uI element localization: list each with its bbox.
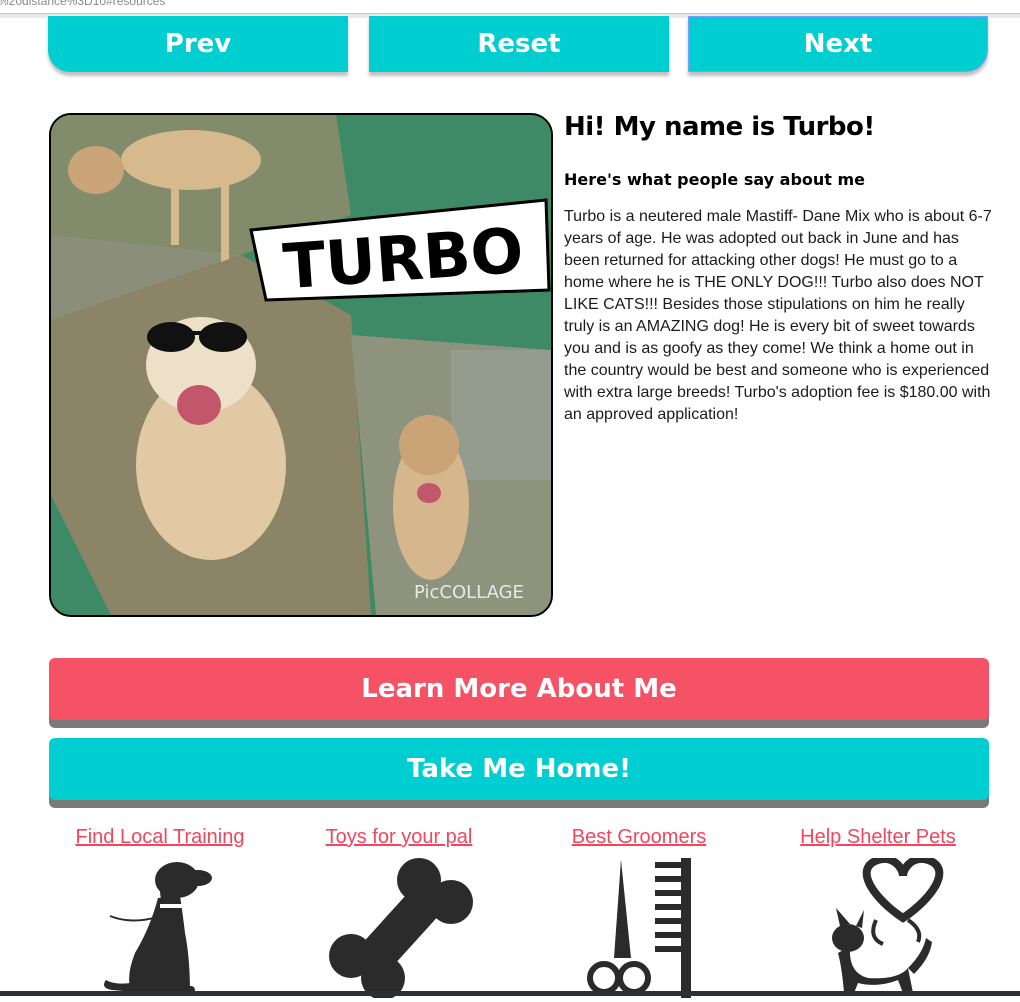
dog-heart-icon[interactable] bbox=[758, 854, 998, 998]
scissors-comb-icon[interactable] bbox=[519, 858, 759, 998]
best-groomers-link[interactable]: Best Groomers bbox=[572, 826, 706, 848]
pet-heading: Hi! My name is Turbo! bbox=[564, 112, 875, 142]
taskbar-strip bbox=[0, 991, 1020, 996]
find-local-training-link[interactable]: Find Local Training bbox=[76, 826, 245, 848]
resource-toys: Toys for your pal bbox=[279, 826, 519, 1000]
learn-more-button[interactable]: Learn More About Me bbox=[49, 658, 989, 720]
reset-button[interactable]: Reset bbox=[369, 16, 669, 72]
sitting-dog-icon[interactable] bbox=[40, 858, 280, 998]
address-bar[interactable]: %20distance%3D10#resources bbox=[0, 0, 1020, 14]
resource-groomers: Best Groomers bbox=[519, 826, 759, 998]
help-shelter-pets-link[interactable]: Help Shelter Pets bbox=[800, 826, 956, 848]
resource-training: Find Local Training bbox=[40, 826, 280, 994]
url-text: %20distance%3D10#resources bbox=[0, 0, 166, 8]
toys-for-your-pal-link[interactable]: Toys for your pal bbox=[326, 826, 473, 848]
take-me-home-button[interactable]: Take Me Home! bbox=[49, 738, 989, 800]
bone-icon[interactable] bbox=[279, 858, 519, 1000]
prev-button[interactable]: Prev bbox=[48, 16, 348, 72]
pet-bio: Turbo is a neutered male Mastiff- Dane M… bbox=[564, 208, 992, 423]
pet-subheading: Here's what people say about me bbox=[564, 170, 866, 189]
pet-photo: TURBO PicCOLLAGE bbox=[49, 113, 553, 617]
next-button[interactable]: Next bbox=[688, 16, 988, 72]
resource-shelter: Help Shelter Pets bbox=[758, 826, 998, 993]
photo-watermark: PicCOLLAGE bbox=[414, 582, 524, 603]
